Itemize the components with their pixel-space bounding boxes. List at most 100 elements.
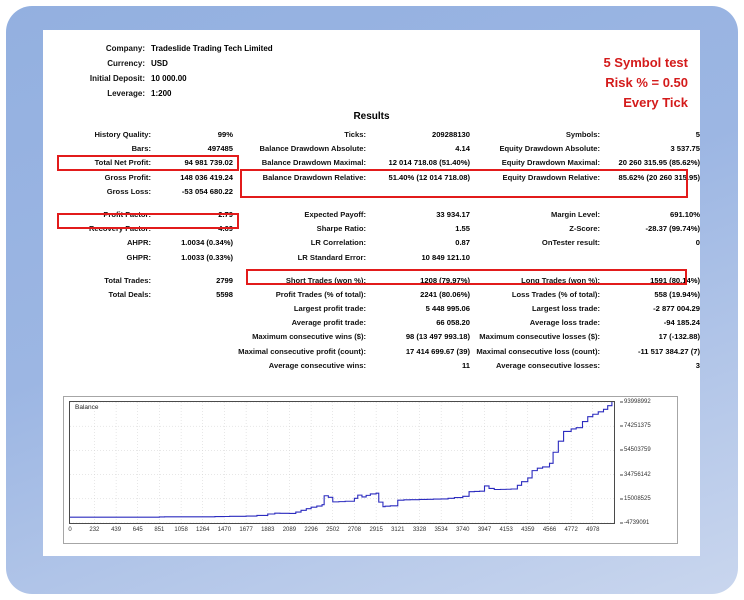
header-label: Leverage: bbox=[107, 89, 145, 98]
stat-cell: Z-Score: -28.37 (99.74%) bbox=[470, 222, 700, 236]
stat-value: 33 934.17 bbox=[436, 209, 470, 219]
stat-label: Equity Drawdown Maximal: bbox=[501, 158, 600, 168]
stat-cell bbox=[43, 330, 233, 344]
y-tick-label: 54503759 bbox=[624, 447, 651, 454]
header-label: Company: bbox=[105, 44, 145, 53]
stat-cell: Equity Drawdown Absolute: 3 537.75 bbox=[470, 142, 700, 156]
stat-label: Expected Payoff: bbox=[304, 209, 366, 219]
stat-value: 17 414 699.67 (39) bbox=[405, 346, 470, 356]
stat-row: Profit Factor: 2.79 Expected Payoff: 33 934… bbox=[43, 208, 700, 222]
x-tick-label: 645 bbox=[132, 527, 143, 533]
x-tick-label: 1677 bbox=[239, 527, 253, 533]
stat-value: 2241 (80.06%) bbox=[420, 289, 470, 299]
stat-value: 51.40% (12 014 718.08) bbox=[388, 172, 471, 182]
stat-value: 691.10% bbox=[670, 209, 700, 219]
stat-value: 94 981 739.02 bbox=[184, 158, 233, 168]
y-tick-mark bbox=[620, 449, 623, 451]
stat-cell bbox=[470, 251, 700, 265]
stat-value: 497485 bbox=[207, 144, 233, 154]
x-tick-label: 2089 bbox=[282, 527, 297, 533]
stat-cell: Average consecutive losses: 3 bbox=[470, 359, 700, 373]
stat-row: History Quality: 99% Ticks: 209288130 Symbol… bbox=[43, 128, 700, 142]
y-tick-mark bbox=[620, 474, 623, 476]
stat-label: Maximal consecutive profit (count): bbox=[238, 346, 366, 356]
stat-value: 148 036 419.24 bbox=[180, 172, 233, 182]
header-row: Currency: USD bbox=[63, 56, 393, 71]
x-tick-label: 2915 bbox=[369, 527, 383, 533]
x-tick-label: 3121 bbox=[391, 527, 405, 533]
stat-value: 2799 bbox=[216, 275, 233, 285]
stat-cell bbox=[470, 185, 700, 199]
stat-value bbox=[605, 251, 700, 265]
stat-value: -2 877 004.29 bbox=[653, 304, 700, 314]
stat-value bbox=[156, 316, 233, 330]
stat-label: History Quality: bbox=[94, 130, 151, 139]
stat-row: Maximal consecutive profit (count): 17 41… bbox=[43, 345, 700, 359]
stat-label bbox=[43, 302, 156, 316]
stat-cell: Profit Factor: 2.79 bbox=[43, 208, 233, 222]
stat-label: Balance Drawdown Absolute: bbox=[259, 144, 366, 154]
report-header-info: Company: Tradeslide Trading Tech Limited C… bbox=[63, 41, 393, 101]
test-annotation: 5 Symbol test Risk % = 0.50 Every Tick bbox=[603, 53, 688, 113]
stat-cell: Balance Drawdown Absolute: 4.14 bbox=[233, 142, 470, 156]
stat-label bbox=[470, 251, 605, 265]
stat-cell: GHPR: 1.0033 (0.33%) bbox=[43, 251, 233, 265]
stat-cell: Average consecutive wins: 11 bbox=[233, 359, 470, 373]
stat-label bbox=[233, 185, 371, 199]
stat-cell: Profit Trades (% of total): 2241 (80.06%) bbox=[233, 288, 470, 302]
stat-label: Margin Level: bbox=[551, 209, 600, 219]
y-tick-label: 15008525 bbox=[624, 495, 651, 502]
balance-chart: Balance 0 232 439 645 851 1058 1264 1470 1677 188… bbox=[63, 396, 678, 544]
report-sheet: Company: Tradeslide Trading Tech Limited C… bbox=[43, 30, 700, 556]
stat-cell: Sharpe Ratio: 1.55 bbox=[233, 222, 470, 236]
stat-label: Gross Loss: bbox=[106, 186, 151, 196]
x-tick-label: 1058 bbox=[174, 527, 188, 533]
stat-cell: Expected Payoff: 33 934.17 bbox=[233, 208, 470, 222]
y-tick-mark bbox=[620, 401, 623, 403]
stat-label: Sharpe Ratio: bbox=[316, 224, 366, 234]
y-tick-mark bbox=[620, 498, 623, 500]
stat-value: 3 537.75 bbox=[670, 144, 700, 154]
stat-value: 99% bbox=[217, 130, 233, 139]
stat-value: -53 054 680.22 bbox=[181, 186, 233, 196]
y-tick-mark bbox=[620, 522, 623, 524]
stat-cell: Largest profit trade: 5 448 995.06 bbox=[233, 302, 470, 316]
stat-value: 4.14 bbox=[455, 144, 470, 154]
stat-cell: Equity Drawdown Relative: 85.62% (20 260 … bbox=[470, 171, 700, 185]
x-tick-label: 2296 bbox=[304, 527, 318, 533]
stat-label: Symbols: bbox=[565, 130, 600, 139]
stat-spacer bbox=[43, 199, 700, 208]
stat-cell: LR Correlation: 0.87 bbox=[233, 236, 470, 250]
stat-label: Maximal consecutive loss (count): bbox=[476, 346, 600, 356]
stat-cell: Maximum consecutive wins ($): 98 (13 497 … bbox=[233, 330, 470, 344]
y-tick-label: 74251375 bbox=[624, 423, 651, 430]
stat-value: 11 bbox=[461, 360, 470, 370]
x-tick-label: 3328 bbox=[412, 527, 427, 533]
stat-value: 1208 (79.97%) bbox=[420, 275, 470, 285]
stat-value bbox=[156, 302, 233, 316]
stat-row: Largest profit trade: 5 448 995.06 Largest… bbox=[43, 302, 700, 316]
stat-value bbox=[156, 359, 233, 373]
stat-value: 2.79 bbox=[218, 209, 233, 219]
stat-cell bbox=[43, 345, 233, 359]
stat-label: Total Net Profit: bbox=[94, 158, 151, 168]
stat-value: 5598 bbox=[216, 289, 233, 299]
stat-label: Gross Profit: bbox=[104, 172, 151, 182]
stat-row: Total Deals: 5598 Profit Trades (% of tota… bbox=[43, 288, 700, 302]
stat-cell: AHPR: 1.0034 (0.34%) bbox=[43, 236, 233, 250]
stat-cell: Ticks: 209288130 bbox=[233, 128, 470, 142]
stat-cell: Average profit trade: 66 058.20 bbox=[233, 316, 470, 330]
annotation-line-3: Every Tick bbox=[623, 95, 688, 110]
x-tick-label: 0 bbox=[68, 527, 72, 533]
chart-plot-area: Balance bbox=[69, 401, 615, 524]
stat-row: Total Net Profit: 94 981 739.02 Balance Dr… bbox=[43, 156, 700, 170]
stat-spacer bbox=[43, 265, 700, 274]
header-row: Company: Tradeslide Trading Tech Limited bbox=[63, 41, 393, 56]
stat-value: -11 517 384.27 (7) bbox=[637, 346, 700, 356]
stat-label bbox=[43, 330, 156, 344]
stat-label: Average loss trade: bbox=[529, 318, 600, 328]
stat-value bbox=[156, 330, 233, 344]
stat-cell: Balance Drawdown Maximal: 12 014 718.08 (… bbox=[233, 156, 470, 170]
stat-label: Average consecutive wins: bbox=[268, 360, 366, 370]
stat-label: LR Standard Error: bbox=[297, 252, 366, 262]
